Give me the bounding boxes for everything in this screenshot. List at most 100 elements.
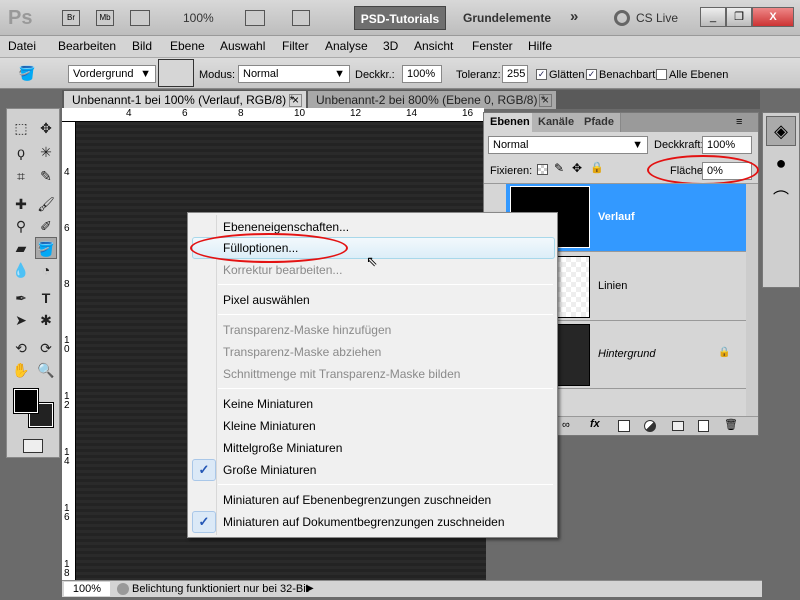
menu-item-grosse-miniaturen[interactable]: Große Miniaturen bbox=[223, 460, 316, 480]
hand-tool-icon[interactable]: ✋ bbox=[10, 359, 32, 381]
menu-ansicht[interactable]: Ansicht bbox=[414, 39, 453, 53]
minimize-button[interactable]: _ bbox=[700, 7, 726, 27]
menu-item-pixel-auswaehlen[interactable]: Pixel auswählen bbox=[223, 290, 310, 310]
arrange-documents-icon[interactable] bbox=[245, 10, 265, 26]
paint-bucket-icon[interactable]: 🪣 bbox=[35, 237, 57, 259]
3d-orbit-icon[interactable]: ⟳ bbox=[35, 337, 57, 359]
screen-mode-icon[interactable] bbox=[292, 10, 310, 26]
menu-bild[interactable]: Bild bbox=[132, 39, 152, 53]
eyedropper-icon[interactable]: ✎ bbox=[35, 165, 57, 187]
lock-transparency-icon[interactable] bbox=[537, 164, 548, 175]
status-menu-arrow-icon[interactable]: ▶ bbox=[306, 583, 314, 594]
move-tool-icon[interactable]: ✥ bbox=[35, 117, 57, 139]
menu-ebene[interactable]: Ebene bbox=[170, 39, 205, 53]
workspace-psd-tutorials[interactable]: PSD-Tutorials bbox=[354, 6, 446, 30]
layers-scrollbar[interactable] bbox=[746, 184, 758, 416]
trash-icon[interactable]: 🗑 bbox=[724, 418, 738, 431]
fill-source-select[interactable]: Vordergrund ▼ bbox=[68, 65, 156, 83]
menu-item-mittelgrosse-miniaturen[interactable]: Mittelgroße Miniaturen bbox=[223, 438, 342, 458]
checkmark-icon: ✓ bbox=[192, 511, 216, 533]
menu-3d[interactable]: 3D bbox=[383, 39, 398, 53]
tab-pfade[interactable]: Pfade bbox=[578, 113, 621, 132]
close-icon[interactable]: × bbox=[538, 94, 552, 107]
opacity-input[interactable]: 100% bbox=[402, 65, 442, 83]
menu-hilfe[interactable]: Hilfe bbox=[528, 39, 552, 53]
history-brush-icon[interactable]: ✐ bbox=[35, 215, 57, 237]
lock-position-icon[interactable]: ✥ bbox=[572, 161, 582, 175]
lasso-tool-icon[interactable]: ϙ bbox=[10, 141, 32, 163]
marquee-tool-icon[interactable]: ⬚ bbox=[10, 117, 32, 139]
antialias-checkbox[interactable]: ✓ bbox=[536, 69, 547, 80]
menu-item-kleine-miniaturen[interactable]: Kleine Miniaturen bbox=[223, 416, 316, 436]
lock-all-icon[interactable]: 🔒 bbox=[590, 161, 604, 174]
channels-panel-icon[interactable]: ● bbox=[766, 153, 796, 179]
status-info-icon[interactable] bbox=[117, 583, 129, 595]
link-layers-icon[interactable]: ∞ bbox=[562, 419, 570, 431]
menu-bearbeiten[interactable]: Bearbeiten bbox=[58, 39, 116, 53]
magic-wand-icon[interactable]: ✳ bbox=[35, 141, 57, 163]
type-tool-icon[interactable]: T bbox=[35, 287, 57, 309]
new-layer-icon[interactable] bbox=[698, 420, 709, 432]
pen-tool-icon[interactable]: ✒ bbox=[10, 287, 32, 309]
mode-select[interactable]: Normal ▼ bbox=[238, 65, 350, 83]
zoom-level-dropdown[interactable]: 100% bbox=[183, 11, 214, 25]
tab-unbenannt-2[interactable]: Unbenannt-2 bei 800% (Ebene 0, RGB/8) * × bbox=[308, 91, 556, 109]
ruler-label: 10 bbox=[294, 108, 306, 119]
tolerance-input[interactable]: 255 bbox=[502, 65, 528, 83]
paths-panel-icon[interactable]: ⌒ bbox=[766, 185, 796, 211]
restore-button[interactable]: ❐ bbox=[726, 7, 752, 27]
mini-bridge-button[interactable]: Mb bbox=[96, 10, 114, 26]
layers-panel-icon[interactable]: ◈ bbox=[766, 116, 796, 146]
clone-stamp-icon[interactable]: ⚲ bbox=[10, 215, 32, 237]
zoom-tool-icon[interactable]: 🔍 bbox=[35, 359, 57, 381]
close-icon[interactable]: × bbox=[288, 94, 302, 107]
blur-tool-icon[interactable]: 💧 bbox=[10, 259, 32, 281]
paint-bucket-tool-preset-icon[interactable]: 🪣 bbox=[16, 62, 38, 84]
eraser-icon[interactable]: ▰ bbox=[10, 237, 32, 259]
close-button[interactable]: X bbox=[752, 7, 794, 27]
dodge-tool-icon[interactable]: ◔ bbox=[35, 259, 57, 281]
menu-item-transparenz-maske-abziehen[interactable]: Transparenz-Maske abziehen bbox=[223, 342, 381, 362]
tab-kanaele[interactable]: Kanäle bbox=[532, 113, 582, 132]
tab-ebenen[interactable]: Ebenen bbox=[484, 113, 537, 132]
contiguous-checkbox[interactable]: ✓ bbox=[586, 69, 597, 80]
menu-item-korrektur-bearbeiten[interactable]: Korrektur bearbeiten... bbox=[223, 260, 342, 280]
menu-item-schnittmenge[interactable]: Schnittmenge mit Transparenz-Maske bilde… bbox=[223, 364, 460, 384]
layer-opacity-input[interactable]: 100% bbox=[702, 136, 752, 154]
foreground-color-swatch[interactable] bbox=[13, 388, 39, 414]
adjustment-layer-icon[interactable] bbox=[644, 420, 656, 432]
menu-item-dokumentbegrenzungen[interactable]: Miniaturen auf Dokumentbegrenzungen zusc… bbox=[223, 512, 505, 532]
pattern-picker[interactable] bbox=[158, 59, 194, 87]
menu-datei[interactable]: Datei bbox=[8, 39, 36, 53]
ruler-label: 14 bbox=[64, 447, 70, 467]
more-workspaces-button[interactable]: » bbox=[570, 8, 578, 25]
path-selection-icon[interactable]: ➤ bbox=[10, 309, 32, 331]
healing-brush-icon[interactable]: ✚ bbox=[10, 193, 32, 215]
zoom-input[interactable]: 100% bbox=[64, 582, 110, 596]
cs-live-button[interactable]: CS Live bbox=[636, 11, 678, 25]
menu-fenster[interactable]: Fenster bbox=[472, 39, 513, 53]
crop-tool-icon[interactable]: ⌗ bbox=[10, 165, 32, 187]
new-group-icon[interactable] bbox=[672, 421, 684, 431]
quick-mask-icon[interactable] bbox=[23, 439, 43, 453]
lock-pixels-icon[interactable]: ✎ bbox=[554, 161, 564, 175]
panel-menu-icon[interactable]: ≡ bbox=[736, 116, 742, 128]
add-mask-icon[interactable] bbox=[618, 420, 630, 432]
workspace-grundelemente[interactable]: Grundelemente bbox=[463, 11, 551, 25]
menu-item-transparenz-maske-hinzufuegen[interactable]: Transparenz-Maske hinzufügen bbox=[223, 320, 391, 340]
all-layers-checkbox[interactable] bbox=[656, 69, 667, 80]
tab-label: Unbenannt-1 bei 100% (Verlauf, RGB/8) * bbox=[72, 93, 295, 107]
menu-analyse[interactable]: Analyse bbox=[325, 39, 368, 53]
menu-item-keine-miniaturen[interactable]: Keine Miniaturen bbox=[223, 394, 313, 414]
shape-tool-icon[interactable]: ✱ bbox=[35, 309, 57, 331]
menu-filter[interactable]: Filter bbox=[282, 39, 309, 53]
fx-icon[interactable]: fx bbox=[590, 418, 600, 430]
tab-unbenannt-1[interactable]: Unbenannt-1 bei 100% (Verlauf, RGB/8) * × bbox=[64, 91, 306, 109]
3d-rotate-icon[interactable]: ⟲ bbox=[10, 337, 32, 359]
extras-icon[interactable] bbox=[130, 10, 150, 26]
blend-mode-select[interactable]: Normal ▼ bbox=[488, 136, 648, 154]
menu-item-ebenenbegrenzungen[interactable]: Miniaturen auf Ebenenbegrenzungen zuschn… bbox=[223, 490, 491, 510]
bridge-button[interactable]: Br bbox=[62, 10, 80, 26]
menu-auswahl[interactable]: Auswahl bbox=[220, 39, 265, 53]
brush-tool-icon[interactable]: 🖌 bbox=[35, 193, 57, 215]
